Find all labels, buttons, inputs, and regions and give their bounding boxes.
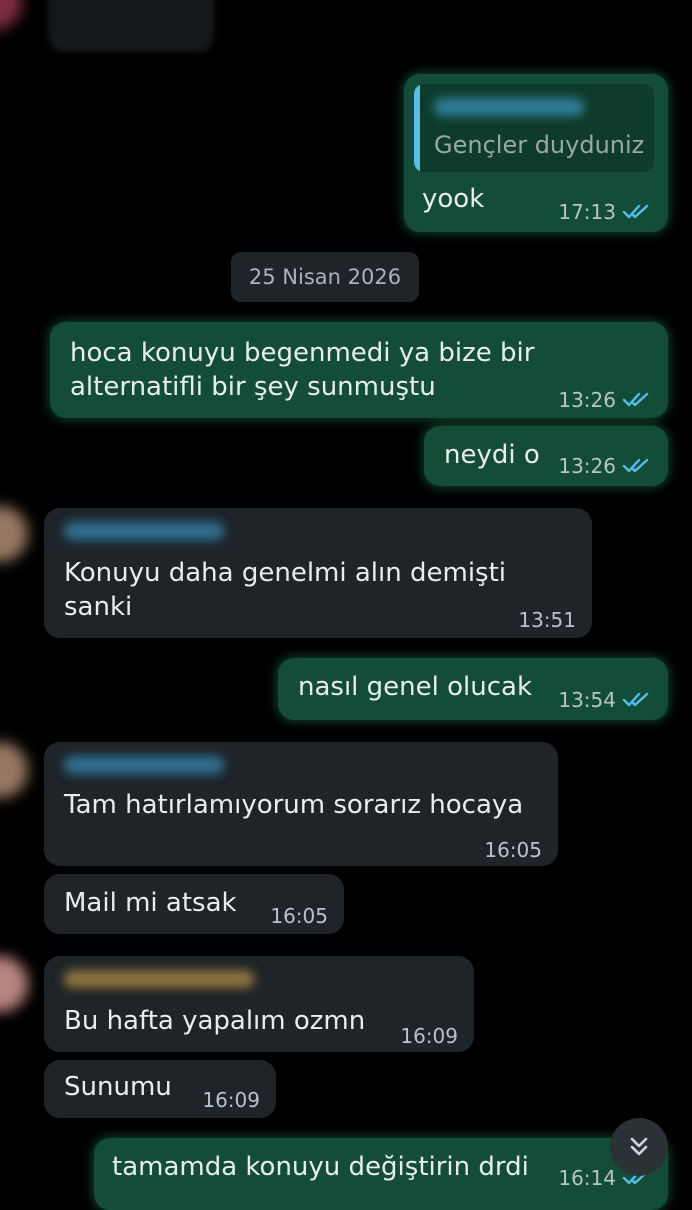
double-chevron-down-icon bbox=[630, 1137, 648, 1156]
message-time: 13:26 bbox=[558, 454, 616, 478]
incoming-message[interactable]: Tam hatırlamıyorum sorarız hocaya 16:05 bbox=[44, 742, 558, 866]
message-time: 17:13 bbox=[558, 200, 616, 224]
date-chip: 25 Nisan 2026 bbox=[231, 252, 419, 302]
message-text: Tam hatırlamıyorum sorarız hocaya bbox=[64, 790, 524, 820]
sender-name[interactable] bbox=[64, 756, 224, 774]
reply-quote[interactable]: Gençler duyduniz bbox=[414, 84, 654, 172]
incoming-message[interactable]: Mail mi atsak 16:05 bbox=[44, 874, 344, 934]
message-time: 16:09 bbox=[202, 1088, 260, 1112]
reply-quote-text: Gençler duyduniz bbox=[434, 131, 645, 159]
outgoing-message[interactable]: hoca konuyu begenmedi ya bize bir altern… bbox=[50, 322, 668, 418]
message-time: 13:51 bbox=[518, 608, 576, 632]
message-time: 13:26 bbox=[558, 388, 616, 412]
sender-name[interactable] bbox=[64, 970, 254, 988]
message-meta: 13:26 bbox=[558, 388, 654, 412]
scroll-to-bottom-button[interactable] bbox=[610, 1118, 668, 1176]
message-time: 16:14 bbox=[558, 1166, 616, 1190]
message-text-line-1: Konuyu daha genelmi alın demişti bbox=[64, 558, 507, 588]
outgoing-message[interactable]: neydi o 13:26 bbox=[424, 426, 668, 486]
message-text: Sunumu bbox=[64, 1072, 172, 1102]
double-check-icon bbox=[622, 456, 654, 476]
double-check-icon bbox=[622, 202, 654, 222]
message-text-line-2: alternatifli bir şey sunmuştu bbox=[70, 372, 436, 402]
message-meta: 13:51 bbox=[518, 608, 576, 632]
incoming-message[interactable]: Konuyu daha genelmi alın demişti sanki 1… bbox=[44, 508, 592, 638]
message-meta: 17:13 bbox=[558, 200, 654, 224]
outgoing-message[interactable]: nasıl genel olucak 13:54 bbox=[278, 658, 668, 720]
avatar[interactable] bbox=[0, 742, 28, 798]
incoming-message[interactable]: Bu hafta yapalım ozmn 16:09 bbox=[44, 956, 474, 1052]
incoming-bubble-partial[interactable] bbox=[48, 0, 214, 52]
message-meta: 16:05 bbox=[484, 838, 542, 862]
message-text: nasıl genel olucak bbox=[298, 672, 533, 702]
message-text-line-1: hoca konuyu begenmedi ya bize bir bbox=[70, 338, 535, 368]
sender-name[interactable] bbox=[64, 522, 224, 540]
message-time: 16:05 bbox=[484, 838, 542, 862]
outgoing-message[interactable]: tamamda konuyu değiştirin drdi 16:14 bbox=[94, 1138, 668, 1210]
message-meta: 16:09 bbox=[202, 1088, 260, 1112]
message-text: Bu hafta yapalım ozmn bbox=[64, 1006, 366, 1036]
reply-sender-name bbox=[434, 98, 584, 116]
avatar[interactable] bbox=[0, 506, 28, 562]
double-check-icon bbox=[622, 390, 654, 410]
message-time: 16:09 bbox=[400, 1024, 458, 1048]
message-meta: 13:26 bbox=[558, 454, 654, 478]
message-text: tamamda konuyu değiştirin drdi bbox=[112, 1152, 529, 1182]
avatar[interactable] bbox=[0, 0, 22, 30]
double-check-icon bbox=[622, 690, 654, 710]
incoming-message[interactable]: Sunumu 16:09 bbox=[44, 1060, 276, 1118]
message-time: 16:05 bbox=[270, 904, 328, 928]
message-text: Mail mi atsak bbox=[64, 888, 237, 918]
message-text: neydi o bbox=[444, 440, 540, 470]
outgoing-message[interactable]: Gençler duyduniz yook 17:13 bbox=[404, 74, 668, 232]
message-text: yook bbox=[422, 184, 485, 214]
avatar[interactable] bbox=[0, 956, 28, 1012]
message-text-line-2: sanki bbox=[64, 592, 133, 622]
message-meta: 16:09 bbox=[400, 1024, 458, 1048]
message-meta: 13:54 bbox=[558, 688, 654, 712]
message-time: 13:54 bbox=[558, 688, 616, 712]
message-meta: 16:05 bbox=[270, 904, 328, 928]
reply-quote-accent bbox=[414, 84, 420, 172]
